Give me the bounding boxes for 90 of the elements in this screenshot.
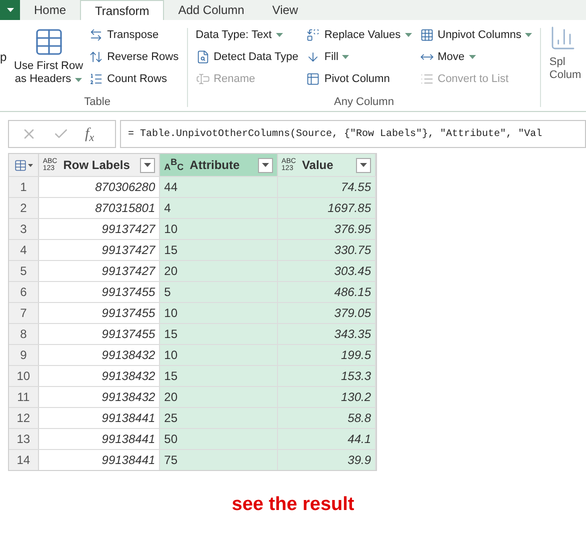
ribbon-button[interactable]: Pivot Column [304, 68, 414, 90]
table-cell: 25 [160, 408, 278, 428]
filter-dropdown-button[interactable] [356, 158, 371, 172]
table-cell: 75 [160, 450, 278, 470]
table-cell: 44.1 [278, 429, 376, 449]
ribbon-button[interactable]: Unpivot Columns [418, 24, 534, 46]
table-cell: 10 [160, 303, 278, 323]
group-label: Any Column [333, 95, 395, 110]
text-type-icon: ABC [164, 158, 184, 172]
formula-field[interactable]: = Table.UnpivotOtherColumns(Source, {"Row Labels"}, "Attribute", "Val [120, 120, 586, 148]
caret-icon [360, 163, 367, 167]
table-cell: 486.15 [278, 282, 376, 302]
row-number: 6 [9, 282, 39, 302]
table-cell: 5 [160, 282, 278, 302]
ribbon-button[interactable]: Detect Data Type [194, 46, 300, 68]
table-cell: 1697.85 [278, 198, 376, 218]
row-number: 4 [9, 240, 39, 260]
row-number: 14 [9, 450, 39, 470]
row-number: 1 [9, 177, 39, 197]
ribbon-button[interactable]: Replace Values [304, 24, 414, 46]
column-header[interactable]: ABC Attribute [160, 154, 278, 176]
use-first-row-button[interactable]: Use First Row as Headers [14, 24, 84, 94]
table-cell: 15 [160, 366, 278, 386]
row-number: 10 [9, 366, 39, 386]
row-number: 3 [9, 219, 39, 239]
text-cursor-icon [196, 72, 210, 86]
caret-icon [276, 33, 283, 37]
grid-icon [420, 28, 434, 42]
table-icon [14, 158, 27, 172]
table-cell: 44 [160, 177, 278, 197]
table-cell: 343.35 [278, 324, 376, 344]
row-number: 8 [9, 324, 39, 344]
ribbon-button[interactable]: Move [418, 46, 534, 68]
table-cell: 130.2 [278, 387, 376, 407]
ribbon-tab[interactable]: Transform [80, 0, 164, 20]
caption: see the result [232, 493, 354, 517]
fx-label[interactable]: f$_{x}$ [85, 122, 94, 146]
ribbon-button[interactable]: Count Rows [87, 68, 181, 90]
caret-icon [75, 78, 82, 82]
table-cell: 15 [160, 324, 278, 344]
table-cell: 379.05 [278, 303, 376, 323]
table-cell: 58.8 [278, 408, 376, 428]
caret-icon [144, 163, 152, 167]
document-search-icon [196, 50, 210, 64]
row-number: 9 [9, 345, 39, 365]
table-cell: 10 [160, 345, 278, 365]
table-cell: 199.5 [278, 345, 376, 365]
caret-icon [468, 55, 476, 59]
row-number: 11 [9, 387, 39, 407]
caret-icon [262, 163, 269, 167]
table-cell: 39.9 [278, 450, 376, 470]
group-label: Table [83, 95, 112, 110]
table-cell: 50 [160, 429, 278, 449]
table-cell: 20 [160, 261, 278, 281]
split-column-button[interactable]: Spl Colum [545, 24, 582, 111]
numbered-list-icon [89, 72, 104, 86]
table-cell: 303.45 [278, 261, 376, 281]
table-cell: 10 [160, 219, 278, 239]
caret-icon [342, 55, 350, 59]
ribbon-button[interactable]: Transpose [87, 24, 181, 46]
row-number: 12 [9, 408, 39, 428]
file-tab[interactable] [0, 0, 20, 20]
caret-icon [404, 33, 412, 37]
filter-dropdown-button[interactable] [140, 158, 156, 172]
table-cell: 4 [160, 198, 278, 218]
ribbon-button[interactable]: Reverse Rows [87, 46, 181, 68]
table-cell: 153.3 [278, 366, 376, 386]
ribbon-tab[interactable]: Home [20, 0, 80, 20]
ribbon-button[interactable]: Fill [304, 46, 414, 68]
up-down-arrows-icon [89, 50, 104, 64]
ribbon-tab[interactable]: View [258, 0, 312, 20]
ribbon-button-label[interactable]: p [0, 48, 7, 66]
replace-icon [306, 28, 320, 42]
table-cell: 20 [160, 387, 278, 407]
table-cell: 376.95 [278, 219, 376, 239]
swap-arrows-icon [89, 28, 104, 42]
table-cell: 330.75 [278, 240, 376, 260]
row-number: 7 [9, 303, 39, 323]
ribbon-button[interactable]: Data Type: Text [194, 24, 300, 46]
ribbon-tab[interactable]: Add Column [164, 0, 258, 20]
table-cell: 15 [160, 240, 278, 260]
row-number: 13 [9, 429, 39, 449]
table-icon [306, 72, 320, 86]
caret-icon [28, 164, 33, 166]
caret-icon [525, 33, 532, 37]
table-cell: 74.55 [278, 177, 376, 197]
row-number: 5 [9, 261, 39, 281]
filter-dropdown-button[interactable] [258, 158, 273, 172]
caret-icon [6, 8, 14, 12]
row-number: 2 [9, 198, 39, 218]
